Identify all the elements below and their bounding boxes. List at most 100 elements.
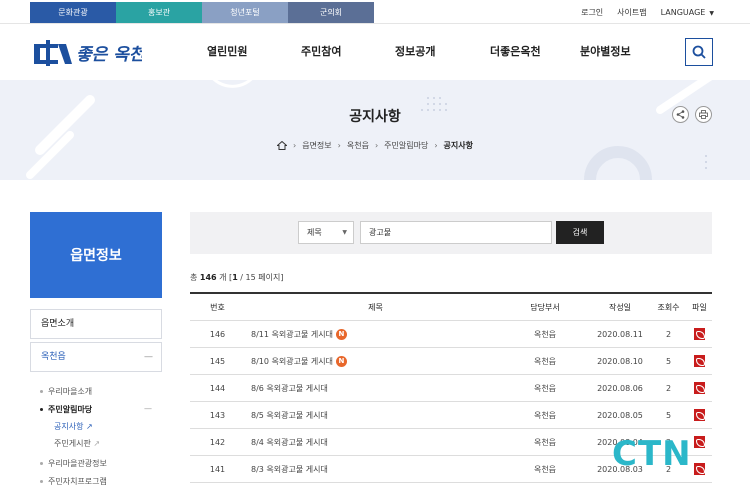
- row-title-link[interactable]: 8/4 옥외광고물 게시대: [245, 437, 500, 448]
- breadcrumb-item[interactable]: 읍면정보: [302, 140, 331, 151]
- count-total: 146: [199, 273, 217, 282]
- ctn-watermark: CTN: [612, 434, 692, 474]
- row-department: 옥천읍: [533, 464, 557, 474]
- row-views: 2: [665, 383, 672, 393]
- chevron-right-icon: ›: [374, 141, 379, 150]
- language-select[interactable]: LANGUAGE ▼: [661, 8, 714, 17]
- row-department: 옥천읍: [533, 437, 557, 447]
- site-header: 좋은 옥천! 열린민원 주민참여 정보공개 더좋은옥천 분야별정보: [0, 24, 750, 80]
- bullet-icon: [40, 462, 43, 465]
- search-submit-button[interactable]: 검색: [556, 221, 604, 244]
- banner-decoration: [26, 80, 713, 180]
- nav-information[interactable]: 정보공개: [395, 24, 490, 80]
- count-mid: 개 [: [216, 273, 233, 282]
- sidebar-item-intro[interactable]: 읍면소개: [30, 309, 162, 339]
- nav-participation[interactable]: 주민참여: [301, 24, 395, 80]
- print-icon: [699, 110, 708, 119]
- result-count: 총 146 개 [1 / 15 페이지]: [190, 272, 283, 283]
- sidebar-item-label: 읍면소개: [41, 319, 75, 329]
- related-site-tabs: 문화관광 홍보관 청년포털 군의회: [30, 2, 374, 23]
- sidebar-sub-tourism[interactable]: 우리마을관광정보: [40, 458, 107, 469]
- sidebar-sub-label: 우리마을소개: [48, 387, 93, 396]
- sidebar-sub-notice-board[interactable]: 주민알림마당: [40, 404, 92, 415]
- pdf-file-icon[interactable]: [694, 382, 705, 394]
- pdf-file-icon[interactable]: [694, 409, 705, 421]
- logo-icon: 좋은 옥천!: [34, 40, 152, 66]
- breadcrumb: › 읍면정보 › 옥천읍 › 주민알림마당 › 공지사항: [0, 140, 750, 151]
- chevron-right-icon: ›: [337, 141, 341, 150]
- sidebar-sub-label: 주민알림마당: [48, 405, 93, 414]
- pdf-file-icon[interactable]: [694, 463, 705, 475]
- login-link[interactable]: 로그인: [581, 7, 603, 18]
- tab-promotion[interactable]: 홍보관: [116, 2, 202, 23]
- row-title: 8/10 옥외광고물 게시대: [251, 356, 333, 366]
- chevron-right-icon: ›: [434, 141, 438, 150]
- row-title: 8/3 옥외광고물 게시대: [251, 464, 328, 474]
- row-number: 143: [209, 410, 226, 420]
- caret-down-icon: ▼: [709, 9, 714, 17]
- sidebar-sub-notice[interactable]: 공지사항 ↗: [54, 421, 93, 432]
- sidebar-sub-program[interactable]: 주민자치프로그램: [40, 476, 107, 487]
- row-title-link[interactable]: 8/10 옥외광고물 게시대 N: [245, 355, 500, 367]
- row-title-link[interactable]: 8/6 옥외광고물 게시대: [245, 383, 500, 394]
- row-department: 옥천읍: [533, 356, 557, 366]
- row-date: 2020.08.05: [597, 410, 643, 420]
- row-department: 옥천읍: [533, 383, 557, 393]
- bullet-icon: [40, 390, 43, 393]
- table-row[interactable]: 145 8/10 옥외광고물 게시대 N 옥천읍 2020.08.10 5: [190, 348, 712, 375]
- row-title: 8/6 옥외광고물 게시대: [251, 383, 328, 393]
- nav-better-okcheon[interactable]: 더좋은옥천: [490, 24, 580, 80]
- row-views: 5: [665, 356, 672, 366]
- nav-field-info[interactable]: 분야별정보: [580, 24, 670, 80]
- table-header-row: 번호 제목 담당부서 작성일 조회수 파일: [190, 294, 712, 321]
- table-row[interactable]: 146 8/11 옥외광고물 게시대 N 옥천읍 2020.08.11 2: [190, 321, 712, 348]
- header-title: 제목: [368, 302, 383, 312]
- row-file: [687, 409, 712, 421]
- tab-culture-tourism[interactable]: 문화관광: [30, 2, 116, 23]
- sidebar-title: 읍면정보: [30, 212, 162, 298]
- collapse-icon: —: [144, 404, 152, 413]
- tab-council[interactable]: 군의회: [288, 2, 374, 23]
- search-keyword-input[interactable]: 광고물: [360, 221, 552, 244]
- sidebar-sub-free-board[interactable]: 주민게시판 ↗: [54, 438, 100, 449]
- row-title-link[interactable]: 8/11 옥외광고물 게시대 N: [245, 328, 500, 340]
- header-search-button[interactable]: [685, 38, 713, 66]
- row-views: 5: [665, 410, 672, 420]
- header-date: 작성일: [608, 302, 632, 312]
- new-badge-icon: N: [335, 355, 347, 367]
- header-number: 번호: [210, 302, 225, 312]
- table-row[interactable]: 144 8/6 옥외광고물 게시대 옥천읍 2020.08.06 2: [190, 375, 712, 402]
- share-button[interactable]: [672, 106, 689, 123]
- arrow-icon: ↗: [83, 422, 93, 431]
- breadcrumb-item[interactable]: 주민알림마당: [384, 140, 428, 151]
- table-row[interactable]: 143 8/5 옥외광고물 게시대 옥천읍 2020.08.05 5: [190, 402, 712, 429]
- collapse-icon: —: [144, 352, 153, 362]
- row-title-link[interactable]: 8/3 옥외광고물 게시대: [245, 464, 500, 475]
- header-views: 조회수: [657, 302, 680, 312]
- site-logo[interactable]: 좋은 옥천!: [32, 36, 152, 68]
- watermark-text: CTN: [612, 434, 692, 474]
- sidebar-item-label: 옥천읍: [41, 352, 66, 362]
- header-department: 담당부서: [530, 302, 560, 312]
- row-number: 146: [209, 329, 226, 339]
- pdf-file-icon[interactable]: [694, 436, 705, 448]
- home-icon[interactable]: [277, 141, 287, 150]
- board-search-area: 제목 ▼ 광고물 검색: [190, 212, 712, 254]
- row-title-link[interactable]: 8/5 옥외광고물 게시대: [245, 410, 500, 421]
- row-title: 8/4 옥외광고물 게시대: [251, 437, 328, 447]
- breadcrumb-item[interactable]: 옥천읍: [347, 140, 369, 151]
- sitemap-link[interactable]: 사이트맵: [617, 7, 646, 18]
- nav-open-civil[interactable]: 열린민원: [207, 24, 301, 80]
- row-date: 2020.08.11: [597, 329, 643, 339]
- sidebar-sub-label: 주민자치프로그램: [48, 477, 107, 486]
- search-type-select[interactable]: 제목 ▼: [298, 221, 354, 244]
- select-value: 제목: [307, 228, 322, 237]
- row-date: 2020.08.10: [597, 356, 643, 366]
- print-button[interactable]: [695, 106, 712, 123]
- row-title: 8/5 옥외광고물 게시대: [251, 410, 328, 420]
- pdf-file-icon[interactable]: [694, 355, 705, 367]
- sidebar-item-okcheon[interactable]: 옥천읍 —: [30, 342, 162, 372]
- tab-youth-portal[interactable]: 청년포털: [202, 2, 288, 23]
- pdf-file-icon[interactable]: [694, 328, 705, 340]
- sidebar-sub-village[interactable]: 우리마을소개: [40, 386, 92, 397]
